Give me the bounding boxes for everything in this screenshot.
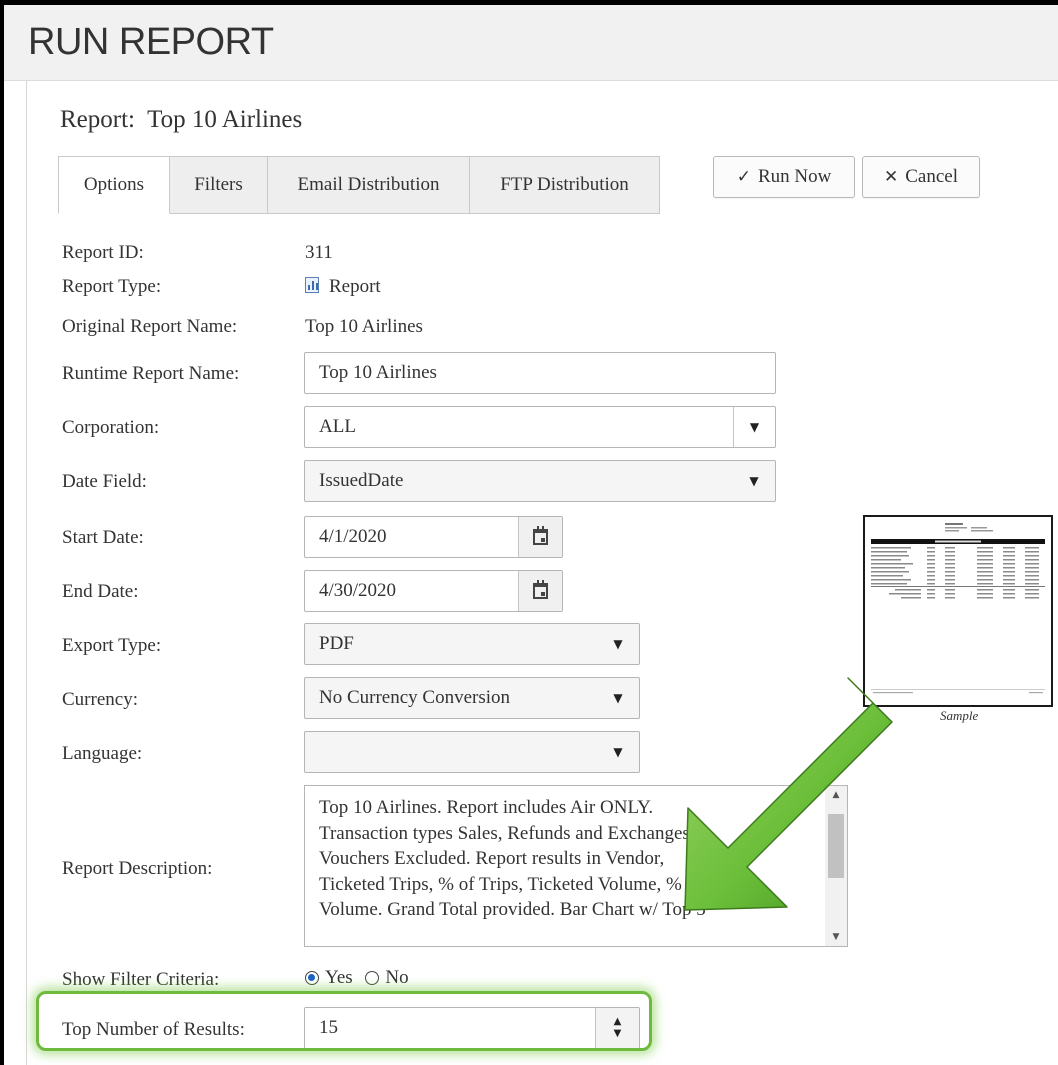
corporation-selected-value: ALL: [319, 416, 356, 437]
runtime-report-name-text: Top 10 Airlines: [319, 362, 437, 383]
report-heading: Report: Top 10 Airlines: [60, 106, 302, 134]
report-id-value: 311: [305, 242, 333, 263]
tab-filters-label: Filters: [194, 174, 243, 195]
date-field-selected-value: IssuedDate: [319, 470, 404, 491]
corporation-label: Corporation:: [62, 417, 160, 438]
end-date-text: 4/30/2020: [319, 580, 397, 601]
scroll-down-icon[interactable]: ▼: [825, 932, 847, 942]
language-label: Language:: [62, 743, 143, 764]
page-title: RUN REPORT: [28, 21, 274, 63]
sample-report-thumbnail[interactable]: [863, 515, 1053, 707]
tab-bar: Options Filters Email Distribution FTP D…: [58, 156, 660, 214]
calendar-icon: [533, 580, 548, 599]
sample-caption: Sample: [940, 708, 979, 723]
radio-yes[interactable]: Yes: [305, 967, 353, 989]
report-id-label: Report ID:: [62, 242, 144, 263]
date-field-label: Date Field:: [62, 471, 147, 492]
report-heading-name: Top 10 Airlines: [147, 106, 303, 133]
description-scrollbar[interactable]: ▲ ▼: [825, 786, 847, 946]
end-date-calendar-button[interactable]: [518, 571, 562, 611]
tab-options[interactable]: Options: [58, 156, 170, 214]
highlight-box: [36, 991, 652, 1051]
original-report-name-value: Top 10 Airlines: [305, 316, 423, 337]
export-type-select[interactable]: PDF ▼: [304, 623, 640, 665]
cancel-button[interactable]: ✕ Cancel: [862, 156, 980, 198]
language-select[interactable]: ▼: [304, 731, 640, 773]
scroll-up-icon[interactable]: ▲: [825, 790, 847, 800]
description-line: Transaction types Sales, Refunds and Exc…: [319, 822, 695, 844]
corporation-dropdown[interactable]: ALL ▼: [304, 406, 776, 448]
currency-select[interactable]: No Currency Conversion ▼: [304, 677, 640, 719]
chevron-down-icon: ▼: [613, 745, 623, 759]
show-filter-criteria-label: Show Filter Criteria:: [62, 969, 220, 990]
title-bar: RUN REPORT: [4, 5, 1058, 81]
start-date-text: 4/1/2020: [319, 526, 387, 547]
tab-options-label: Options: [83, 174, 145, 195]
close-icon: ✕: [883, 167, 899, 187]
content-left-rule: [26, 80, 27, 1065]
checkmark-icon: ✓: [736, 167, 751, 187]
show-filter-criteria-radios: Yes No: [305, 967, 417, 991]
chevron-down-icon: ▼: [749, 474, 759, 488]
start-date-label: Start Date:: [62, 527, 144, 548]
run-now-label: Run Now: [757, 166, 832, 187]
bar-chart-report-icon: [305, 277, 319, 293]
sample-report-preview: [871, 523, 1045, 694]
export-type-label: Export Type:: [62, 635, 162, 656]
radio-no-label: No: [385, 967, 409, 988]
start-date-calendar-button[interactable]: [518, 517, 562, 557]
description-line: Top 10 Airlines. Report includes Air ONL…: [319, 797, 654, 818]
radio-selected-icon: [305, 971, 319, 985]
end-date-label: End Date:: [62, 581, 139, 602]
radio-yes-label: Yes: [325, 967, 353, 988]
description-line: Ticketed Trips, % of Trips, Ticketed Vol…: [319, 873, 703, 895]
currency-selected-value: No Currency Conversion: [319, 687, 511, 708]
report-description-text: Top 10 Airlines. Report includes Air ONL…: [319, 795, 825, 923]
tab-email-distribution[interactable]: Email Distribution: [268, 156, 470, 214]
original-report-name-label: Original Report Name:: [62, 316, 238, 337]
frame-left-border: [0, 0, 4, 1065]
tab-ftp-distribution-label: FTP Distribution: [500, 174, 629, 195]
description-line: Volume. Grand Total provided. Bar Chart …: [319, 899, 706, 920]
chevron-down-icon: ▼: [613, 637, 623, 651]
report-type-value: Report: [305, 276, 381, 298]
tab-ftp-distribution[interactable]: FTP Distribution: [470, 156, 660, 214]
radio-no[interactable]: No: [365, 967, 409, 989]
report-description-label: Report Description:: [62, 858, 213, 879]
report-description-textarea[interactable]: Top 10 Airlines. Report includes Air ONL…: [304, 785, 848, 947]
start-date-input[interactable]: 4/1/2020: [304, 516, 563, 558]
scrollbar-thumb[interactable]: [828, 814, 844, 878]
report-type-label: Report Type:: [62, 276, 162, 297]
tab-email-distribution-label: Email Distribution: [297, 174, 440, 195]
runtime-report-name-input[interactable]: Top 10 Airlines: [304, 352, 776, 394]
run-now-button[interactable]: ✓ Run Now: [713, 156, 855, 198]
description-line: Vouchers Excluded. Report results in Ven…: [319, 848, 665, 869]
radio-unselected-icon: [365, 971, 380, 985]
chevron-down-icon: ▼: [613, 691, 623, 705]
date-field-select[interactable]: IssuedDate ▼: [304, 460, 776, 502]
currency-label: Currency:: [62, 689, 138, 710]
end-date-input[interactable]: 4/30/2020: [304, 570, 563, 612]
tab-filters[interactable]: Filters: [170, 156, 268, 214]
calendar-icon: [533, 526, 548, 545]
export-type-selected-value: PDF: [319, 633, 354, 654]
runtime-report-name-label: Runtime Report Name:: [62, 363, 240, 384]
report-type-text: Report: [329, 276, 381, 297]
report-heading-prefix: Report:: [60, 106, 135, 133]
chevron-down-icon[interactable]: ▼: [733, 407, 775, 447]
cancel-label: Cancel: [905, 166, 958, 187]
